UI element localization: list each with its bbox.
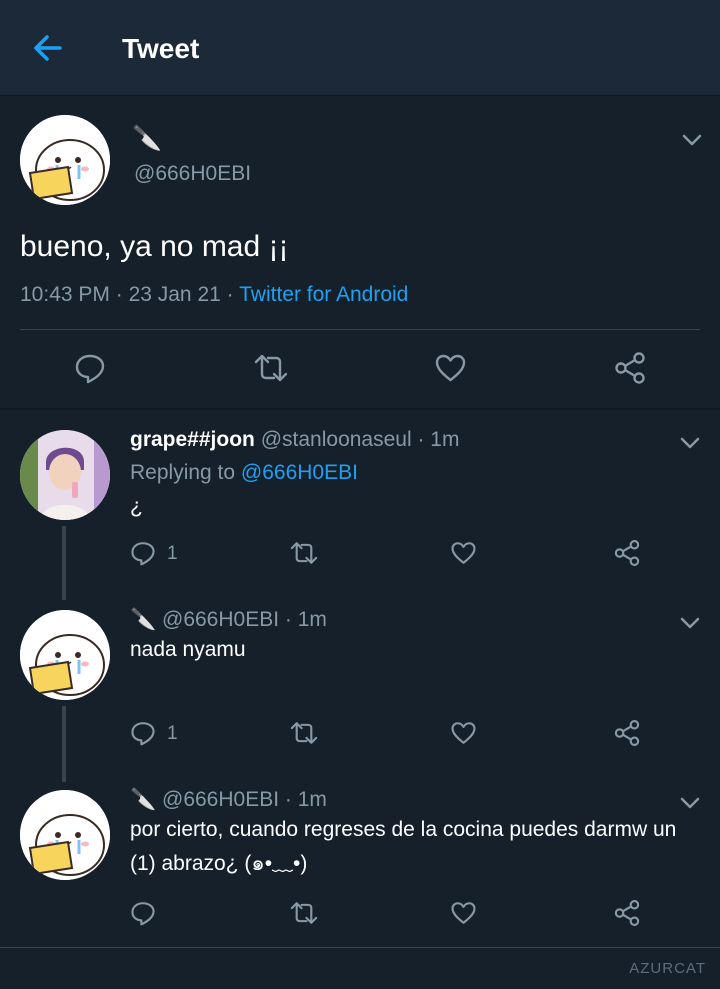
user-handle: @666H0EBI — [134, 162, 252, 185]
reply-button[interactable] — [130, 720, 156, 746]
reply-icon — [75, 354, 105, 384]
person-photo-icon — [20, 430, 110, 520]
thread-line — [62, 706, 66, 782]
share-icon — [615, 352, 645, 384]
like-button[interactable] — [450, 540, 477, 566]
watermark: AZURCAT — [629, 960, 706, 977]
display-name: 🔪 — [130, 608, 157, 631]
divider — [0, 947, 720, 948]
chevron-down-icon — [680, 437, 700, 449]
reply-button[interactable] — [74, 352, 106, 384]
bunny-avatar-icon — [20, 610, 110, 700]
reply-count: 1 — [167, 543, 178, 564]
avatar[interactable] — [20, 790, 110, 880]
avatar[interactable] — [20, 430, 110, 520]
display-name: 🔪 — [130, 788, 157, 811]
page-title: Tweet — [122, 33, 200, 64]
reply-header: 🔪 @666H0EBI · 1m — [130, 606, 327, 634]
reply-text-line-1: por cierto, cuando regreses de la cocina… — [130, 818, 677, 841]
tweet-date: 23 Jan 21 — [128, 283, 221, 306]
share-icon — [614, 899, 640, 927]
retweet-icon — [254, 354, 288, 382]
tweet-menu-button[interactable] — [678, 431, 702, 455]
retweet-icon — [290, 722, 318, 744]
retweet-button[interactable] — [289, 900, 319, 926]
tweet-time: 10:43 PM — [20, 283, 110, 306]
replying-to: Replying to @666H0EBI — [130, 459, 358, 487]
tweet-menu-button[interactable] — [680, 128, 704, 152]
replying-label: Replying to — [130, 461, 241, 484]
top-bar: Tweet — [0, 0, 720, 96]
retweet-button[interactable] — [289, 720, 319, 746]
reply-count: 1 — [167, 723, 178, 744]
share-icon — [614, 539, 640, 567]
meta-separator: · — [109, 283, 129, 306]
share-button[interactable] — [613, 719, 641, 747]
tweet-source-link[interactable]: Twitter for Android — [239, 283, 408, 306]
reply-time: · 1m — [284, 608, 327, 631]
user-handle: @stanloonaseul — [260, 428, 412, 451]
display-name: 🔪 — [132, 125, 162, 152]
heart-icon — [451, 542, 476, 564]
retweet-icon — [290, 902, 318, 924]
reply-icon — [131, 902, 155, 926]
tweet-menu-button[interactable] — [678, 791, 702, 815]
reply-text-line-2: (1) abrazo¿ (๑•﹏•) — [130, 852, 308, 875]
reply-text: nada nyamu — [130, 638, 246, 661]
like-button[interactable] — [450, 900, 477, 926]
arrow-left-icon — [34, 35, 62, 61]
retweet-icon — [290, 542, 318, 564]
bunny-avatar-icon — [20, 115, 110, 205]
chevron-down-icon — [682, 134, 702, 146]
like-button[interactable] — [434, 352, 467, 384]
chevron-down-icon — [680, 797, 700, 809]
bunny-avatar-icon — [20, 790, 110, 880]
share-button[interactable] — [613, 539, 641, 567]
reply-time: · 1m — [284, 788, 327, 811]
retweet-button[interactable] — [289, 540, 319, 566]
back-button[interactable] — [30, 30, 66, 66]
reply-icon — [131, 542, 155, 566]
reply-button[interactable] — [130, 540, 156, 566]
heart-icon — [451, 902, 476, 924]
user-handle: @666H0EBI — [162, 608, 280, 631]
share-button[interactable] — [613, 899, 641, 927]
reply-button[interactable] — [130, 900, 156, 926]
reply-header: 🔪 @666H0EBI · 1m — [130, 786, 327, 814]
heart-icon — [435, 354, 466, 382]
reply-time: · 1m — [417, 428, 460, 451]
reply-icon — [131, 722, 155, 746]
like-button[interactable] — [450, 720, 477, 746]
reply-header: grape##joon @stanloonaseul · 1m — [130, 426, 459, 454]
retweet-button[interactable] — [253, 352, 289, 384]
divider — [20, 329, 700, 330]
replying-to-link[interactable]: @666H0EBI — [241, 461, 358, 484]
share-button[interactable] — [613, 351, 647, 385]
thread-line — [62, 526, 66, 600]
tweet-meta: 10:43 PM · 23 Jan 21 · Twitter for Andro… — [20, 283, 408, 307]
heart-icon — [451, 722, 476, 744]
avatar[interactable] — [20, 610, 110, 700]
avatar[interactable] — [20, 115, 110, 205]
divider — [0, 408, 720, 410]
user-handle: @666H0EBI — [162, 788, 280, 811]
meta-separator: · — [220, 283, 240, 306]
display-name: grape##joon — [130, 428, 255, 451]
share-icon — [614, 719, 640, 747]
tweet-menu-button[interactable] — [678, 611, 702, 635]
tweet-text: bueno, ya no mad ¡¡ — [20, 230, 289, 263]
reply-text: ¿ — [130, 495, 143, 518]
chevron-down-icon — [680, 617, 700, 629]
